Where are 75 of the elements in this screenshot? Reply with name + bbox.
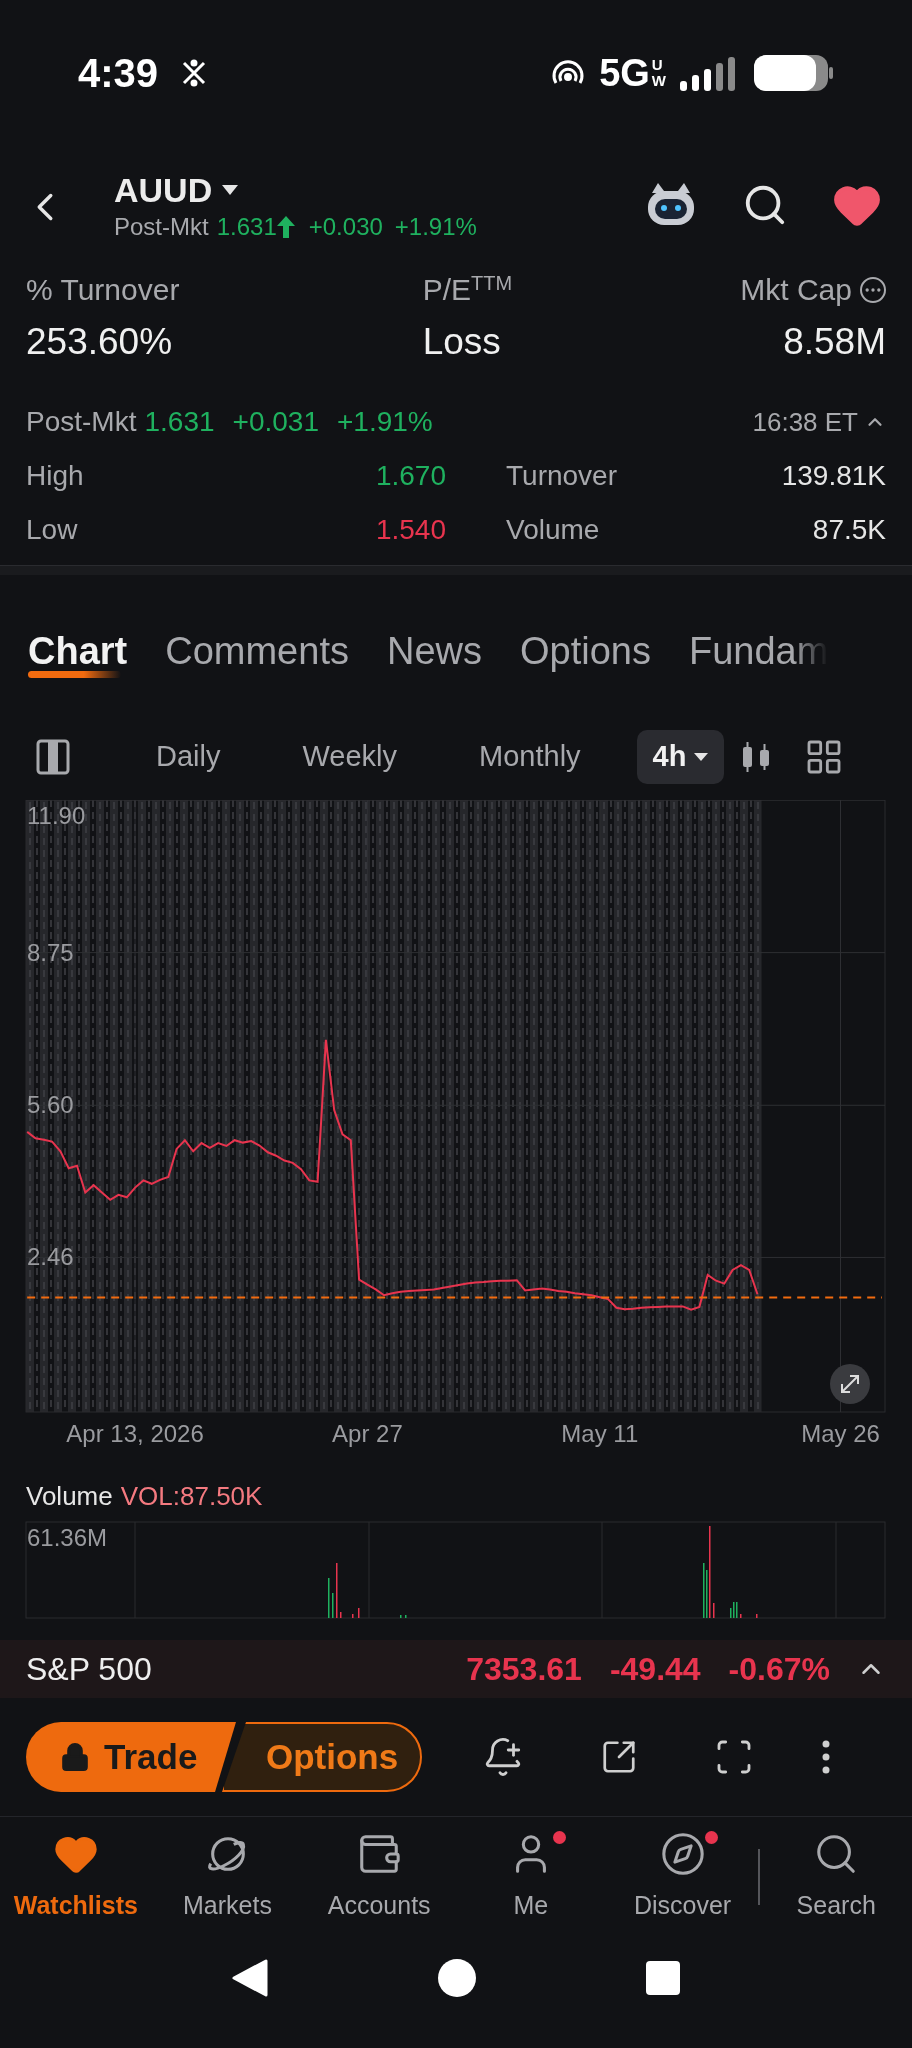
nav-tab[interactable]: Markets xyxy=(151,1831,304,1925)
stat-label: % Turnover xyxy=(26,272,180,308)
expand-icon[interactable] xyxy=(830,1364,870,1404)
period-tab[interactable]: Monthly xyxy=(479,730,581,784)
metric-value: 87.5K xyxy=(812,513,886,547)
battery-icon xyxy=(754,53,834,93)
stat-value: Loss xyxy=(422,320,501,364)
stat-label: P/E$^{TTM}$ xyxy=(422,272,513,308)
x-axis-label: May 11 xyxy=(561,1420,639,1447)
nav-tab[interactable]: Watchlists xyxy=(0,1831,152,1925)
section-tab[interactable]: Comments xyxy=(165,628,349,674)
back-nav-icon[interactable] xyxy=(232,1958,268,1997)
nav-tab[interactable]: Me xyxy=(455,1831,607,1925)
share-icon xyxy=(600,1738,638,1776)
post-market-change: +0.030 xyxy=(308,212,383,242)
y-axis-label: 8.75 xyxy=(27,938,74,966)
panel-layout-icon[interactable] xyxy=(36,739,70,775)
caret-icon xyxy=(222,185,239,195)
share-button[interactable] xyxy=(600,1738,638,1776)
post-market-percent: +1.91% xyxy=(394,212,477,242)
network-type: 5G xyxy=(599,54,650,92)
symbol-dropdown[interactable]: AUUD xyxy=(114,170,477,210)
metric-label: Volume xyxy=(506,513,600,547)
home-nav-icon[interactable] xyxy=(438,1958,476,1997)
trade-button[interactable]: Trade xyxy=(26,1722,236,1792)
volume-indicator: VOL:87.50K xyxy=(120,1479,263,1513)
x-axis-label: Apr 27 xyxy=(332,1420,403,1447)
nav-tab[interactable]: Discover xyxy=(606,1831,759,1925)
more-icon xyxy=(822,1740,830,1774)
session-change: +0.031 xyxy=(232,405,319,439)
x-axis-label: May 26 xyxy=(801,1420,880,1447)
index-percent: -0.67% xyxy=(728,1650,830,1689)
status-time: 4:39 xyxy=(78,50,159,97)
period-tab[interactable]: 4h xyxy=(636,730,725,784)
y-axis-label: 11.90 xyxy=(27,802,86,829)
session-label: Post-Mkt xyxy=(26,405,137,439)
volume-axis-label: 61.36M xyxy=(27,1524,108,1551)
metric-value: 1.670 xyxy=(375,459,446,493)
y-axis-label: 5.60 xyxy=(27,1091,74,1119)
more-info-icon[interactable] xyxy=(860,277,886,303)
recents-nav-icon[interactable] xyxy=(646,1960,680,1995)
quote-time: 16:38 ET xyxy=(752,405,858,439)
session-price: 1.631 xyxy=(144,405,215,439)
section-tab[interactable]: Options xyxy=(520,628,651,674)
metric-label: Turnover xyxy=(506,459,617,493)
post-market-price: 1.631 xyxy=(216,212,277,242)
y-axis-label: 2.46 xyxy=(27,1243,74,1271)
metric-label: Low xyxy=(26,513,78,547)
session-percent: +1.91% xyxy=(336,405,433,439)
volume-title: Volume xyxy=(26,1479,113,1513)
stat-label: Mkt Cap xyxy=(740,272,852,308)
section-tab[interactable]: Fundam xyxy=(688,628,829,674)
compass-icon xyxy=(659,1831,706,1877)
stat-value: 253.60% xyxy=(26,320,173,364)
index-change: -49.44 xyxy=(609,1650,701,1689)
index-price: 7353.61 xyxy=(466,1650,582,1689)
x-axis-label: Apr 13, 2026 xyxy=(66,1420,204,1447)
metric-value: 139.81K xyxy=(781,459,886,493)
up-arrow-icon xyxy=(276,216,295,238)
network-label: W xyxy=(651,73,666,89)
nav-tab[interactable]: Search xyxy=(760,1831,912,1925)
stat-value: 8.58M xyxy=(783,320,886,364)
period-tab[interactable]: Weekly xyxy=(302,730,398,784)
period-tab[interactable]: Daily xyxy=(156,730,221,784)
lock-icon xyxy=(60,1742,90,1772)
index-ticker-bar[interactable]: S&P 500 7353.61 -49.44 -0.67% xyxy=(0,1640,912,1698)
network-label: U xyxy=(651,57,664,73)
session-label: Post-Mkt xyxy=(114,212,209,242)
index-name: S&P 500 xyxy=(26,1650,152,1689)
metric-value: 1.540 xyxy=(375,513,446,547)
metric-label: High xyxy=(26,459,84,493)
more-button[interactable] xyxy=(822,1740,830,1774)
options-button[interactable]: Options xyxy=(222,1722,422,1792)
nav-tab[interactable]: Accounts xyxy=(303,1831,455,1925)
section-tab[interactable]: News xyxy=(386,628,482,674)
